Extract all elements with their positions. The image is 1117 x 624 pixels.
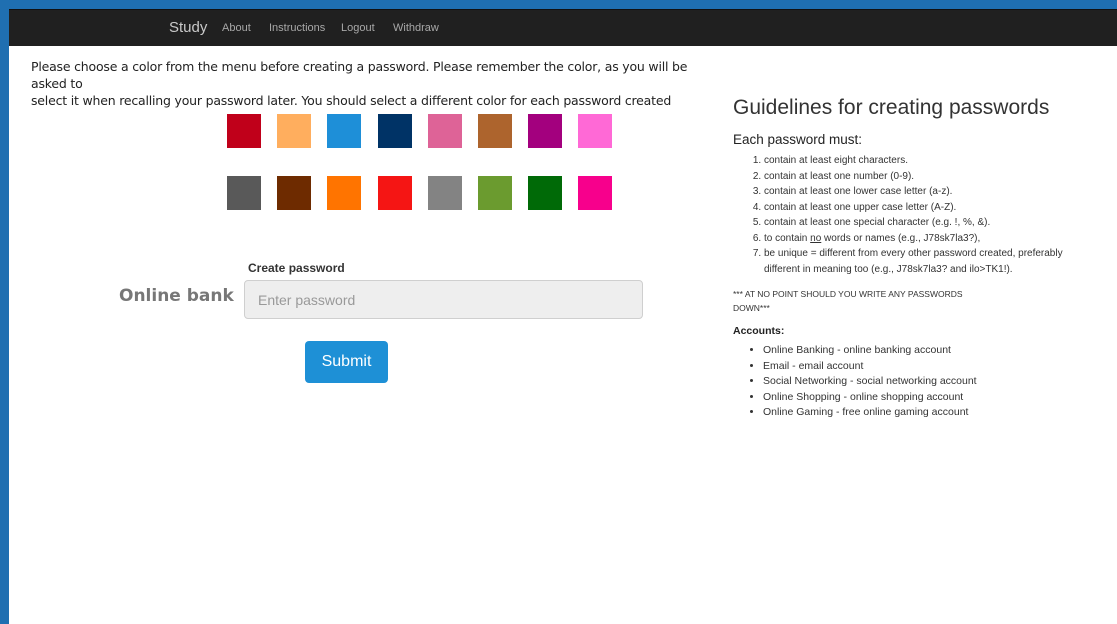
- rule-item: be unique = different from every other p…: [764, 246, 1073, 277]
- color-swatch[interactable]: [528, 176, 563, 210]
- rule-item: contain at least one upper case letter (…: [764, 200, 1073, 216]
- nav-link-instructions[interactable]: Instructions: [269, 22, 325, 34]
- color-swatch[interactable]: [427, 176, 462, 210]
- color-swatch[interactable]: [227, 114, 261, 148]
- rule-emphasis: no: [810, 232, 822, 244]
- color-swatch[interactable]: [277, 114, 312, 148]
- rule-item: contain at least one lower case letter (…: [764, 184, 1073, 200]
- color-swatch[interactable]: [277, 176, 312, 210]
- guidelines-title: Guidelines for creating passwords: [733, 96, 1050, 119]
- nav-link-logout[interactable]: Logout: [341, 22, 375, 34]
- rule-item: to contain no words or names (e.g., J78s…: [764, 231, 1073, 247]
- color-swatch[interactable]: [377, 114, 412, 148]
- rule-item: contain at least one special character (…: [764, 215, 1073, 231]
- color-swatch[interactable]: [427, 114, 462, 148]
- instructions-line-1: Please choose a color from the menu befo…: [31, 59, 688, 91]
- rule-text: to contain: [764, 232, 811, 244]
- account-item: Email - email account: [763, 359, 1073, 375]
- password-input[interactable]: [244, 280, 643, 319]
- account-label: Online bank: [119, 286, 234, 306]
- rule-text: words or names (e.g., J78sk7la3?),: [821, 232, 981, 244]
- window-frame-left: [0, 0, 9, 624]
- accounts-list: Online Banking - online banking account …: [733, 343, 1073, 421]
- accounts-title: Accounts:: [733, 325, 785, 337]
- guidelines-subtitle: Each password must:: [733, 132, 863, 147]
- color-swatch[interactable]: [528, 114, 563, 148]
- account-item: Social Networking - social networking ac…: [763, 374, 1073, 390]
- color-swatch[interactable]: [578, 114, 613, 148]
- warning-text: *** AT NO POINT SHOULD YOU WRITE ANY PAS…: [733, 289, 963, 313]
- navbar: Study About Instructions Logout Withdraw: [9, 9, 1117, 46]
- color-swatch[interactable]: [377, 176, 412, 210]
- account-item: Online Gaming - free online gaming accou…: [763, 405, 1073, 421]
- rule-item: contain at least one number (0-9).: [764, 169, 1073, 185]
- account-item: Online Shopping - online shopping accoun…: [763, 390, 1073, 406]
- instructions-text: Please choose a color from the menu befo…: [31, 58, 711, 109]
- color-swatch[interactable]: [478, 176, 512, 210]
- nav-brand-study[interactable]: Study: [169, 19, 207, 36]
- color-swatch[interactable]: [227, 176, 261, 210]
- guidelines-panel: Guidelines for creating passwords Each p…: [733, 96, 1073, 421]
- submit-button[interactable]: Submit: [305, 341, 388, 383]
- instructions-line-2: select it when recalling your password l…: [31, 93, 672, 108]
- color-swatch[interactable]: [327, 176, 362, 210]
- create-password-label: Create password: [248, 261, 345, 275]
- color-swatch[interactable]: [578, 176, 613, 210]
- rule-item: contain at least eight characters.: [764, 153, 1073, 169]
- nav-link-about[interactable]: About: [222, 22, 251, 34]
- account-item: Online Banking - online banking account: [763, 343, 1073, 359]
- rules-list: contain at least eight characters. conta…: [733, 153, 1073, 277]
- nav-link-withdraw[interactable]: Withdraw: [393, 22, 439, 34]
- window-frame-top: [0, 0, 1117, 9]
- color-swatch[interactable]: [478, 114, 512, 148]
- color-swatch[interactable]: [327, 114, 362, 148]
